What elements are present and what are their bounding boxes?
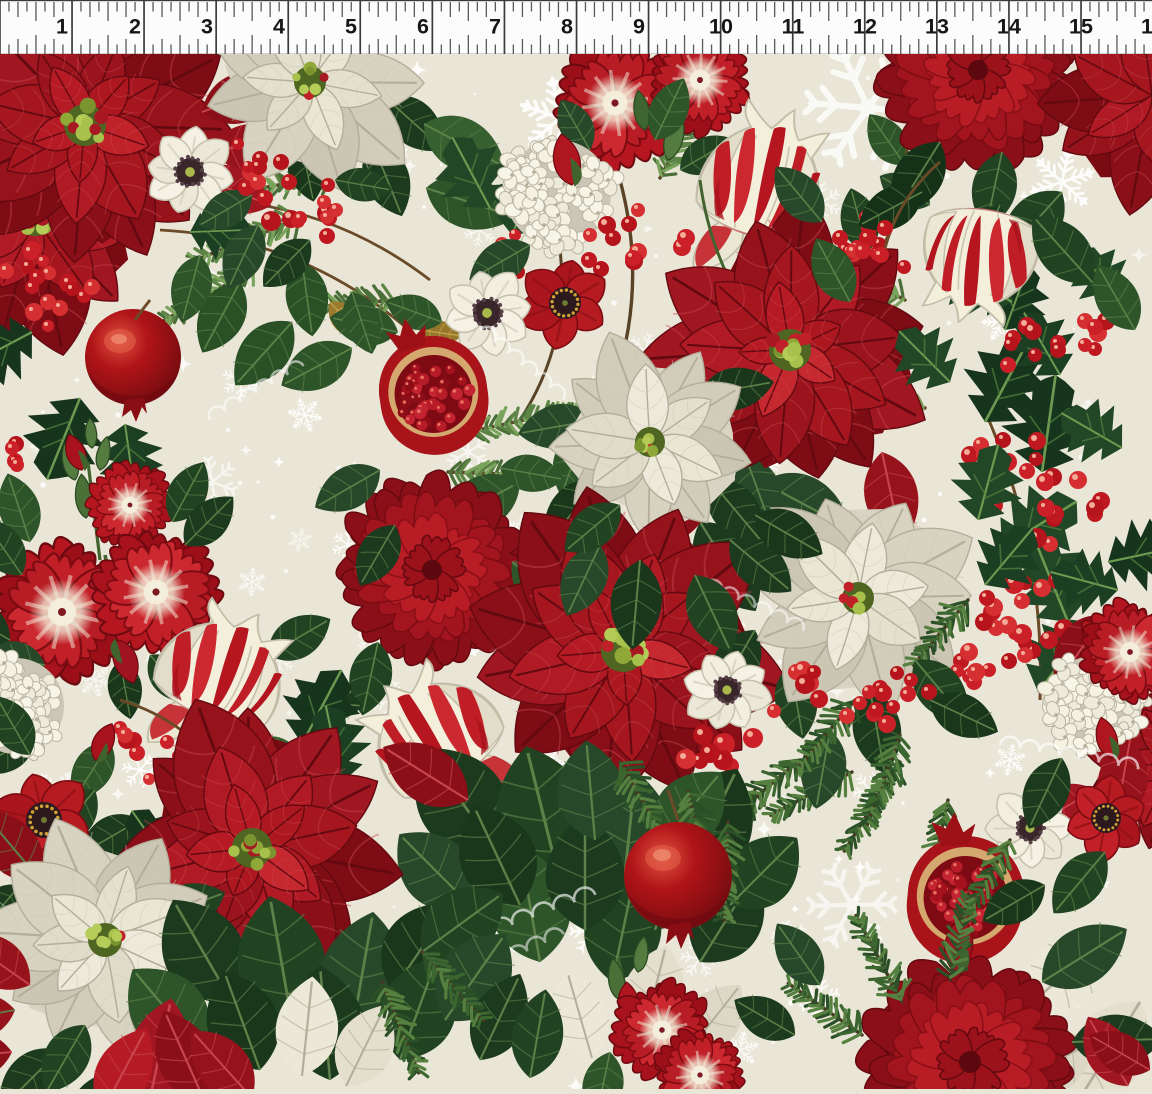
svg-text:12: 12 bbox=[853, 15, 877, 39]
svg-text:3: 3 bbox=[201, 15, 213, 39]
svg-text:6: 6 bbox=[417, 15, 429, 39]
svg-text:9: 9 bbox=[633, 15, 645, 39]
svg-text:1: 1 bbox=[56, 15, 68, 39]
svg-text:14: 14 bbox=[997, 15, 1021, 39]
svg-text:7: 7 bbox=[489, 15, 501, 39]
svg-text:2: 2 bbox=[129, 15, 141, 39]
svg-text:13: 13 bbox=[925, 15, 949, 39]
svg-text:16: 16 bbox=[1141, 15, 1152, 39]
svg-text:11: 11 bbox=[782, 15, 805, 39]
svg-text:8: 8 bbox=[561, 15, 573, 39]
svg-text:5: 5 bbox=[345, 15, 357, 39]
svg-text:10: 10 bbox=[709, 15, 733, 39]
svg-text:15: 15 bbox=[1069, 15, 1093, 39]
svg-text:4: 4 bbox=[273, 15, 285, 39]
